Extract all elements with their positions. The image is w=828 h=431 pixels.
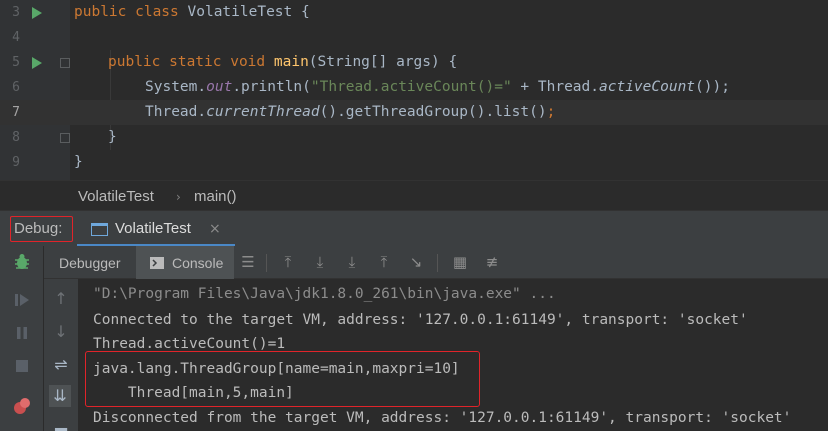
evaluate-expression-icon[interactable]: ▦ xyxy=(450,252,470,272)
debug-label: Debug: xyxy=(10,216,73,242)
line-number: 6 xyxy=(12,80,20,95)
run-config-tab-label: VolatileTest xyxy=(115,220,191,237)
code-line[interactable]: 9 } xyxy=(0,150,828,175)
code-line[interactable]: 3 public class VolatileTest { xyxy=(0,0,828,25)
console-window-icon xyxy=(91,223,108,236)
code-text: public class VolatileTest { xyxy=(74,4,310,20)
console-line: Connected to the target VM, address: '12… xyxy=(93,312,748,328)
breadcrumb-separator: › xyxy=(176,190,181,204)
tab-debugger[interactable]: Debugger xyxy=(44,246,134,279)
step-over-icon[interactable]: ⤓ xyxy=(310,252,330,272)
annotation-highlight-box xyxy=(85,351,480,407)
line-number: 9 xyxy=(12,155,20,170)
line-number: 5 xyxy=(12,55,20,70)
code-text: public static void main(String[] args) { xyxy=(108,54,458,70)
step-into-icon[interactable]: ⤓ xyxy=(342,252,362,272)
code-text: } xyxy=(108,129,117,145)
code-line-current[interactable]: 7 Thread.currentThread().getThreadGroup(… xyxy=(0,100,828,125)
console-line: "D:\Program Files\Java\jdk1.8.0_261\bin\… xyxy=(93,286,556,302)
down-arrow-icon[interactable]: ↓ xyxy=(50,321,72,343)
console-output[interactable]: "D:\Program Files\Java\jdk1.8.0_261\bin\… xyxy=(78,279,828,431)
line-number: 7 xyxy=(12,105,20,120)
bug-icon[interactable] xyxy=(11,252,33,274)
fold-icon[interactable] xyxy=(60,58,70,68)
close-icon[interactable]: × xyxy=(209,211,221,247)
trace-settings-icon[interactable]: ≢ xyxy=(482,252,502,272)
code-line[interactable]: 4 xyxy=(0,25,828,50)
scroll-to-end-icon[interactable]: ⇊ xyxy=(49,385,71,407)
breadcrumb: VolatileTest › main() xyxy=(0,180,828,210)
breadcrumb-item-class[interactable]: VolatileTest xyxy=(78,181,154,213)
print-icon[interactable]: ▬ xyxy=(50,419,72,431)
debug-tab-row: Debugger Console ☰ ⤒ ⤓ ⤓ ⤒ ↘ ▦ ≢ xyxy=(44,246,828,279)
toolbar-separator xyxy=(437,254,438,272)
step-out-icon[interactable]: ⤒ xyxy=(374,252,394,272)
line-number: 3 xyxy=(12,5,20,20)
code-text: } xyxy=(74,154,83,170)
soft-wrap-icon[interactable]: ⇌ xyxy=(50,354,72,376)
breadcrumb-item-method[interactable]: main() xyxy=(194,181,237,213)
fold-icon[interactable] xyxy=(60,133,70,143)
code-text: System.out.println("Thread.activeCount()… xyxy=(145,79,730,95)
code-line[interactable]: 6 System.out.println("Thread.activeCount… xyxy=(0,75,828,100)
code-line[interactable]: 5 public static void main(String[] args)… xyxy=(0,50,828,75)
line-number: 4 xyxy=(12,30,20,45)
menu-lines-icon[interactable]: ☰ xyxy=(238,252,258,272)
code-editor[interactable]: 3 public class VolatileTest { 4 5 public… xyxy=(0,0,828,180)
show-execution-point-icon[interactable]: ⤒ xyxy=(278,252,298,272)
view-breakpoints-icon[interactable] xyxy=(11,396,33,418)
debug-tool-window-header: Debug: VolatileTest × xyxy=(0,210,828,247)
run-gutter-icon[interactable] xyxy=(32,7,42,19)
tab-console-label: Console xyxy=(172,255,224,271)
console-side-toolbar: ↑ ↓ ⇌ ⇊ ▬ xyxy=(44,279,78,431)
stop-icon[interactable] xyxy=(11,357,33,379)
code-line[interactable]: 8 } xyxy=(0,125,828,150)
pause-icon[interactable] xyxy=(11,324,33,346)
line-number: 8 xyxy=(12,130,20,145)
console-line: Disconnected from the target VM, address… xyxy=(93,410,792,426)
debug-left-toolbar xyxy=(0,246,44,431)
console-tab-icon xyxy=(150,257,164,269)
tab-console[interactable]: Console xyxy=(136,246,234,279)
code-text: Thread.currentThread().getThreadGroup().… xyxy=(145,104,556,120)
resume-icon[interactable] xyxy=(11,291,33,313)
toolbar-separator xyxy=(266,254,267,272)
run-gutter-icon[interactable] xyxy=(32,57,42,69)
up-arrow-icon[interactable]: ↑ xyxy=(50,288,72,310)
run-config-tab[interactable]: VolatileTest × xyxy=(77,211,235,247)
run-to-cursor-icon[interactable]: ↘ xyxy=(406,252,426,272)
